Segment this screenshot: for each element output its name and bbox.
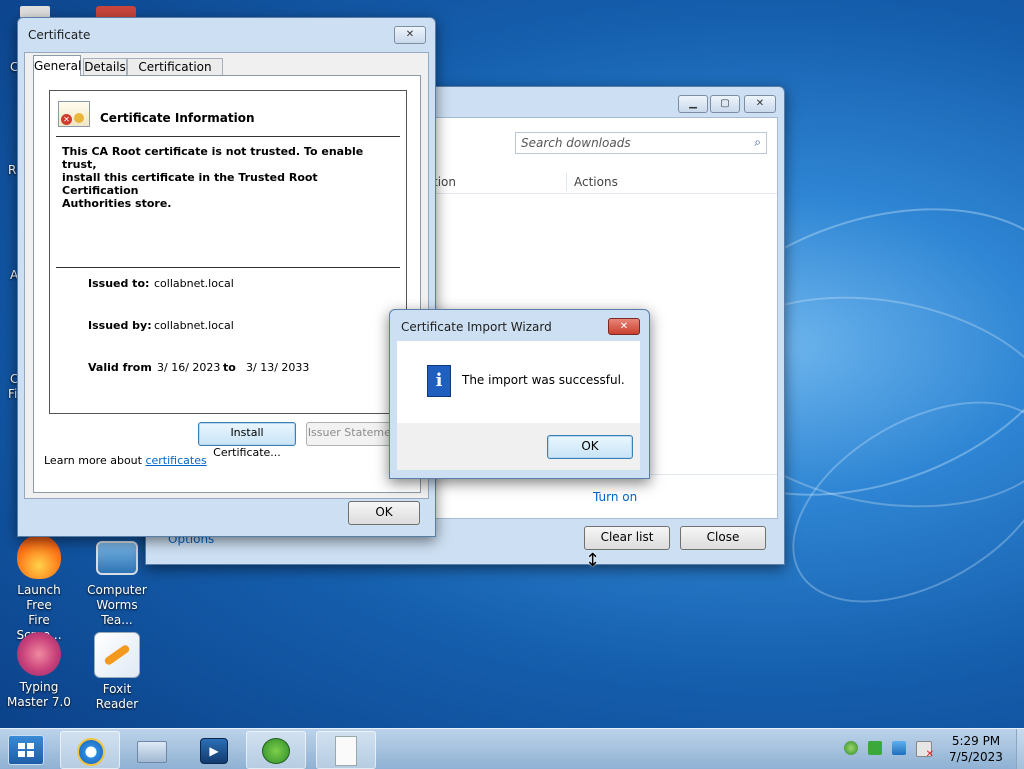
desktop-icon-label: Master 7.0 (7, 695, 71, 709)
tab-certification-path[interactable]: Certification Path (127, 58, 223, 91)
valid-from-label: Valid from (88, 361, 152, 374)
certificates-link[interactable]: certificates (145, 454, 206, 467)
certificate-body: General Details Certification Path ✕ Cer… (24, 52, 429, 499)
network-globe-icon[interactable] (844, 741, 858, 755)
start-button[interactable] (8, 735, 44, 765)
show-desktop-button[interactable] (1016, 729, 1024, 769)
install-certificate-button[interactable]: Install Certificate... (198, 422, 296, 459)
info-box: ✕ Certificate Information This CA Root c… (49, 90, 407, 414)
windows-logo-icon (18, 743, 34, 757)
valid-to-label: to (223, 361, 236, 374)
folder-icon (137, 741, 167, 763)
trust-warning-line: Authorities store. (62, 197, 172, 210)
trust-warning-line: This CA Root certificate is not trusted.… (62, 145, 364, 171)
monitor-icon (96, 541, 138, 575)
issued-to-label: Issued to: (88, 277, 150, 290)
trust-warning: This CA Root certificate is not trusted.… (62, 145, 398, 210)
column-header-divider (566, 173, 567, 191)
search-box[interactable]: Search downloads ⌕ (515, 132, 767, 154)
info-icon: i (427, 365, 451, 397)
minimize-button[interactable]: ▁ (678, 95, 708, 113)
desktop-icon-typing-master[interactable]: Typing Master 7.0 (4, 632, 74, 710)
wizard-message-area: i The import was successful. (397, 341, 640, 423)
desktop-icon-label: Worms Tea... (96, 598, 138, 627)
media-player-icon: ▶ (200, 738, 228, 764)
close-button[interactable]: ✕ (608, 318, 640, 335)
resize-cursor-icon: ↕ (585, 550, 601, 571)
document-icon (335, 736, 357, 766)
issued-to-value: collabnet.local (154, 277, 234, 290)
internet-explorer-icon (77, 738, 105, 766)
heading-divider (56, 136, 400, 137)
search-icon[interactable]: ⌕ (754, 135, 761, 150)
column-header-actions[interactable]: Actions (574, 175, 618, 189)
certificate-title: Certificate (28, 28, 91, 42)
desktop-icon-label: Typing (19, 680, 59, 694)
desktop-icon-label: Computer (87, 583, 147, 597)
learn-more: Learn more about certificates (44, 454, 207, 467)
certificate-error-icon: ✕ (58, 101, 90, 127)
desktop-icon-computer-worms[interactable]: Computer Worms Tea... (82, 535, 152, 628)
clear-list-button[interactable]: Clear list (584, 526, 670, 550)
taskbar-notepad[interactable] (316, 731, 376, 769)
issued-by-value: collabnet.local (154, 319, 234, 332)
volume-muted-icon[interactable]: ✕ (916, 741, 934, 760)
desktop-edge-label: R (8, 163, 17, 177)
close-button[interactable]: ✕ (744, 95, 776, 113)
desktop-icon-label: Launch Free (17, 583, 61, 612)
turn-on-link[interactable]: Turn on (593, 490, 637, 504)
download-manager-icon (262, 738, 290, 764)
column-header-description[interactable]: tion (433, 175, 456, 189)
learn-more-text: Learn more about (44, 454, 142, 467)
tab-panel: ✕ Certificate Information This CA Root c… (33, 75, 421, 493)
taskbar-media-player[interactable]: ▶ (184, 731, 244, 769)
search-input[interactable]: Search downloads (521, 136, 631, 150)
issued-by-label: Issued by: (88, 319, 152, 332)
certificate-window: Certificate ✕ General Details Certificat… (17, 17, 436, 537)
close-downloads-button[interactable]: Close (680, 526, 766, 550)
clock-date: 7/5/2023 (949, 750, 1003, 764)
desktop-edge-label: Fi (8, 387, 18, 401)
certificate-ok-button[interactable]: OK (348, 501, 420, 525)
flag-icon[interactable] (868, 741, 882, 755)
clock[interactable]: 5:29 PM 7/5/2023 (940, 733, 1012, 765)
taskbar-download-manager[interactable] (246, 731, 306, 769)
tab-general[interactable]: General (33, 55, 81, 76)
network-icon[interactable] (892, 741, 906, 755)
close-button[interactable]: ✕ (394, 26, 426, 44)
desktop-icon-label: Foxit Reader (95, 682, 139, 711)
wizard-title: Certificate Import Wizard (401, 320, 552, 334)
typing-master-icon (17, 632, 61, 676)
foxit-reader-icon (94, 632, 140, 678)
taskbar-internet-explorer[interactable] (60, 731, 120, 769)
info-heading: Certificate Information (100, 111, 255, 125)
desktop-icon-launch-free-fire-screensaver[interactable]: Launch Free Fire Scree... (4, 535, 74, 643)
desktop-icon-foxit-reader[interactable]: Foxit Reader (82, 632, 152, 712)
taskbar: ▶ ✕ 5:29 PM 7/5/2023 (0, 728, 1024, 769)
details-divider (56, 267, 400, 268)
clock-time: 5:29 PM (951, 734, 1001, 748)
valid-to-value: 3/ 13/ 2033 (246, 361, 310, 374)
taskbar-file-explorer[interactable] (122, 731, 182, 769)
valid-from-value: 3/ 16/ 2023 (157, 361, 221, 374)
wizard-message: The import was successful. (462, 373, 625, 387)
fire-icon (17, 535, 61, 579)
maximize-button[interactable]: ▢ (710, 95, 740, 113)
trust-warning-line: install this certificate in the Trusted … (62, 171, 318, 197)
import-wizard-dialog: Certificate Import Wizard ✕ i The import… (389, 309, 650, 479)
tab-details[interactable]: Details (83, 58, 127, 76)
wizard-ok-button[interactable]: OK (547, 435, 633, 459)
